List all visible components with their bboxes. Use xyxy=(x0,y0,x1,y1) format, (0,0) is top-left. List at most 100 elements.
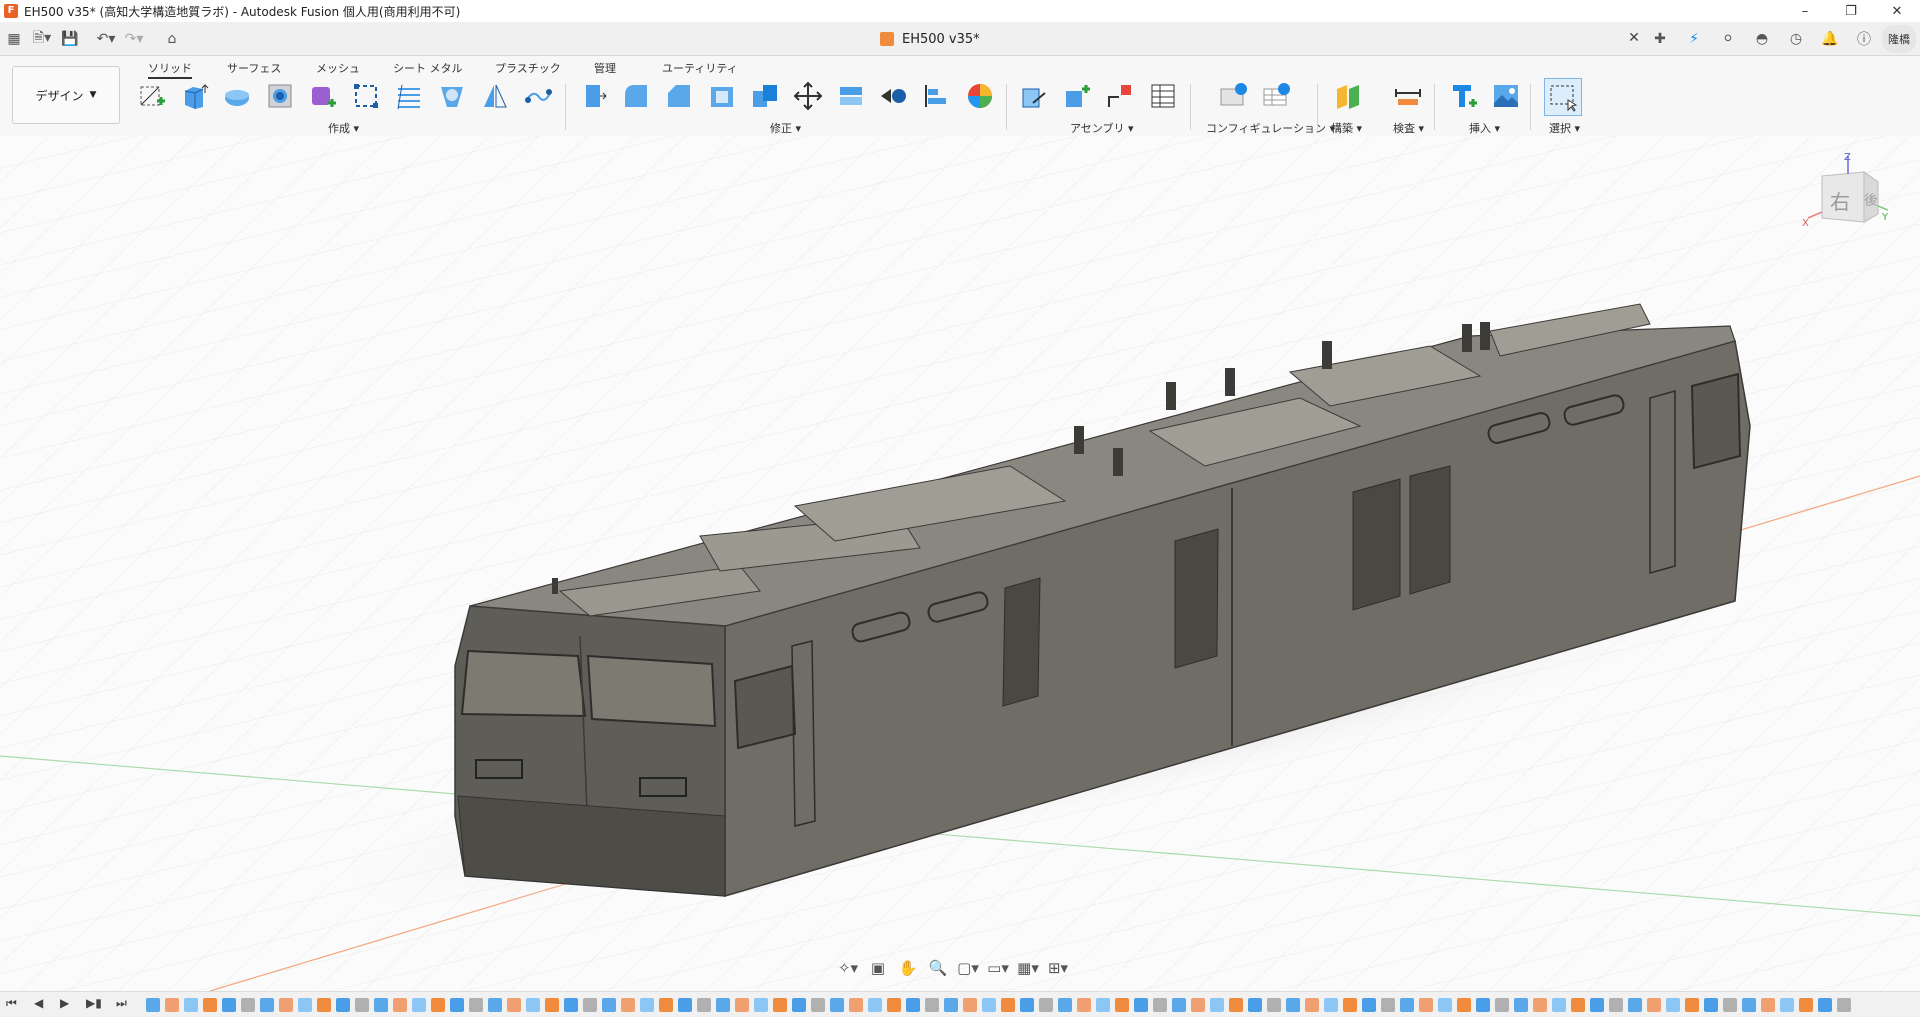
offset-plane-icon[interactable] xyxy=(1332,80,1364,112)
timeline-feature-icon[interactable] xyxy=(1020,998,1034,1012)
timeline-feature-icon[interactable] xyxy=(773,998,787,1012)
shell-modify-icon[interactable] xyxy=(706,80,738,112)
close-document-icon[interactable]: ✕ xyxy=(1624,28,1644,48)
rectangular-pattern-icon[interactable] xyxy=(393,80,425,112)
timeline-feature-icon[interactable] xyxy=(925,998,939,1012)
timeline-feature-icon[interactable] xyxy=(1476,998,1490,1012)
timeline-features[interactable] xyxy=(146,998,1851,1012)
insert-group-label[interactable]: 挿入 ▾ xyxy=(1469,120,1500,136)
timeline-feature-icon[interactable] xyxy=(982,998,996,1012)
online-status-icon[interactable]: ⚪ xyxy=(1712,25,1744,53)
timeline-feature-icon[interactable] xyxy=(583,998,597,1012)
minimize-button[interactable]: – xyxy=(1782,0,1828,22)
workspace-switcher[interactable]: デザイン ▼ xyxy=(12,66,120,124)
timeline-feature-icon[interactable] xyxy=(1590,998,1604,1012)
timeline-feature-icon[interactable] xyxy=(697,998,711,1012)
timeline-feature-icon[interactable] xyxy=(1704,998,1718,1012)
timeline-feature-icon[interactable] xyxy=(260,998,274,1012)
select-tool-icon[interactable] xyxy=(1544,78,1582,116)
timeline-feature-icon[interactable] xyxy=(393,998,407,1012)
restore-button[interactable]: ❐ xyxy=(1828,0,1874,22)
orbit-icon[interactable]: ✧▾ xyxy=(836,957,860,979)
timeline-feature-icon[interactable] xyxy=(1381,998,1395,1012)
timeline-feature-icon[interactable] xyxy=(678,998,692,1012)
configure-icon[interactable] xyxy=(1218,80,1250,112)
tab-plastic[interactable]: プラスチック xyxy=(495,60,561,76)
timeline-feature-icon[interactable] xyxy=(526,998,540,1012)
timeline-feature-icon[interactable] xyxy=(507,998,521,1012)
create-sketch-icon[interactable] xyxy=(136,80,168,112)
timeline-feature-icon[interactable] xyxy=(146,998,160,1012)
combine-icon[interactable] xyxy=(749,80,781,112)
timeline-feature-icon[interactable] xyxy=(1685,998,1699,1012)
configuration-group-label[interactable]: コンフィギュレーション ▾ xyxy=(1206,120,1335,136)
model-canvas[interactable] xyxy=(0,136,1920,991)
timeline-feature-icon[interactable] xyxy=(545,998,559,1012)
timeline-feature-icon[interactable] xyxy=(469,998,483,1012)
appearance-icon[interactable] xyxy=(964,80,996,112)
new-tab-icon[interactable]: ✚ xyxy=(1644,25,1676,53)
timeline-feature-icon[interactable] xyxy=(1001,998,1015,1012)
display-settings-icon[interactable]: ▭▾ xyxy=(986,957,1010,979)
timeline-feature-icon[interactable] xyxy=(1153,998,1167,1012)
undo-icon[interactable]: ↶▾ xyxy=(92,25,120,53)
timeline-feature-icon[interactable] xyxy=(1324,998,1338,1012)
timeline-feature-icon[interactable] xyxy=(1400,998,1414,1012)
timeline-feature-icon[interactable] xyxy=(792,998,806,1012)
timeline-feature-icon[interactable] xyxy=(1514,998,1528,1012)
timeline-feature-icon[interactable] xyxy=(640,998,654,1012)
create-group-label[interactable]: 作成 ▾ xyxy=(328,120,359,136)
timeline-feature-icon[interactable] xyxy=(1457,998,1471,1012)
timeline-feature-icon[interactable] xyxy=(944,998,958,1012)
timeline-feature-icon[interactable] xyxy=(1552,998,1566,1012)
select-group-label[interactable]: 選択 ▾ xyxy=(1549,120,1580,136)
mirror-icon[interactable] xyxy=(479,80,511,112)
close-window-button[interactable]: ✕ xyxy=(1874,0,1920,22)
timeline-feature-icon[interactable] xyxy=(1286,998,1300,1012)
tab-surface[interactable]: サーフェス xyxy=(227,60,281,76)
file-menu-icon[interactable]: 🗎▾ xyxy=(28,25,56,53)
canvas-viewport[interactable]: 右 後 Z X Y xyxy=(0,136,1920,991)
timeline-feature-icon[interactable] xyxy=(1780,998,1794,1012)
look-at-icon[interactable]: ▣ xyxy=(866,957,890,979)
measure-icon[interactable] xyxy=(1392,80,1424,112)
timeline-feature-icon[interactable] xyxy=(1343,998,1357,1012)
timeline-feature-icon[interactable] xyxy=(621,998,635,1012)
help-icon[interactable]: ⓘ xyxy=(1848,25,1880,53)
extensions-icon[interactable]: ⚡ xyxy=(1678,25,1710,53)
extrude-icon[interactable] xyxy=(178,80,210,112)
assembly-group-label[interactable]: アセンブリ ▾ xyxy=(1070,120,1133,136)
timeline-feature-icon[interactable] xyxy=(1438,998,1452,1012)
timeline-feature-icon[interactable] xyxy=(1742,998,1756,1012)
timeline-feature-icon[interactable] xyxy=(336,998,350,1012)
pan-icon[interactable]: ✋ xyxy=(896,957,920,979)
timeline-feature-icon[interactable] xyxy=(811,998,825,1012)
home-icon[interactable]: ⌂ xyxy=(158,25,186,53)
timeline-feature-icon[interactable] xyxy=(1761,998,1775,1012)
zoom-icon[interactable]: 🔍 xyxy=(926,957,950,979)
job-status-icon[interactable]: ◓ xyxy=(1746,25,1778,53)
compute-all-icon[interactable] xyxy=(921,80,953,112)
fillet-icon[interactable] xyxy=(620,80,652,112)
timeline-feature-icon[interactable] xyxy=(1495,998,1509,1012)
timeline-feature-icon[interactable] xyxy=(754,998,768,1012)
tab-utilities[interactable]: ユーティリティ xyxy=(662,60,738,76)
timeline-feature-icon[interactable] xyxy=(887,998,901,1012)
timeline-feature-icon[interactable] xyxy=(868,998,882,1012)
modify-group-label[interactable]: 修正 ▾ xyxy=(770,120,801,136)
timeline-feature-icon[interactable] xyxy=(1229,998,1243,1012)
timeline-feature-icon[interactable] xyxy=(241,998,255,1012)
timeline-feature-icon[interactable] xyxy=(374,998,388,1012)
timeline-feature-icon[interactable] xyxy=(1419,998,1433,1012)
timeline-feature-icon[interactable] xyxy=(450,998,464,1012)
tab-sheet-metal[interactable]: シート メタル xyxy=(393,60,463,76)
timeline-feature-icon[interactable] xyxy=(298,998,312,1012)
timeline-feature-icon[interactable] xyxy=(1305,998,1319,1012)
timeline-feature-icon[interactable] xyxy=(906,998,920,1012)
timeline-feature-icon[interactable] xyxy=(1609,998,1623,1012)
timeline-previous-icon[interactable]: ◀ xyxy=(34,996,43,1010)
timeline-feature-icon[interactable] xyxy=(1666,998,1680,1012)
bom-icon[interactable] xyxy=(1147,80,1179,112)
timeline-next-icon[interactable]: ▶▮ xyxy=(86,996,102,1010)
notifications-icon[interactable]: 🔔 xyxy=(1814,25,1846,53)
